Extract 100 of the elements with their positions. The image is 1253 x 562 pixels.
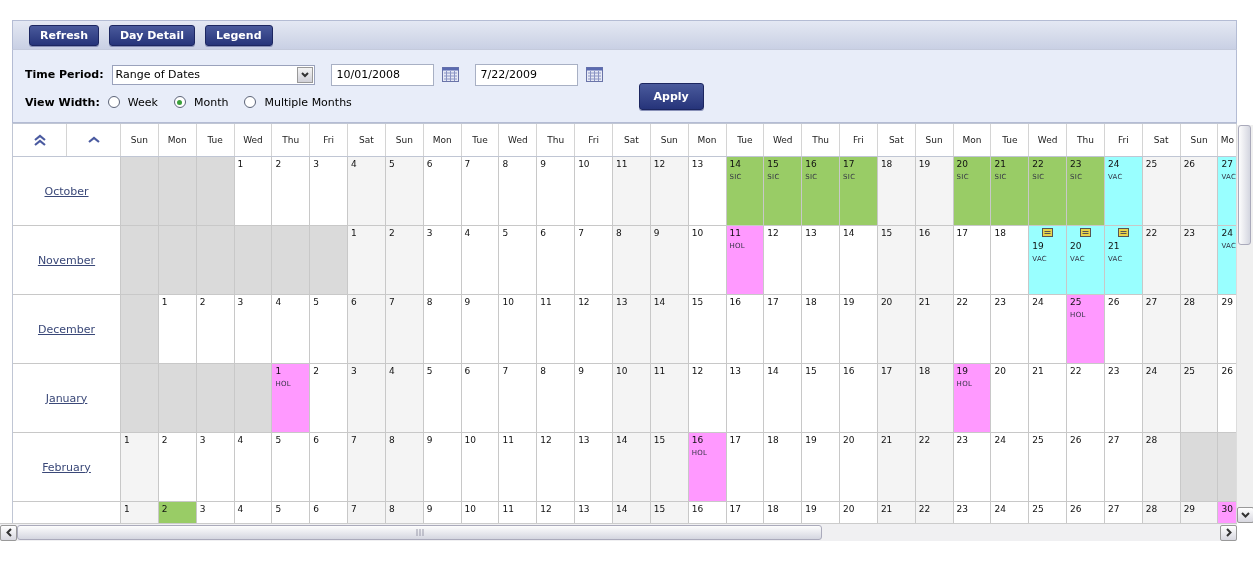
day-cell[interactable]: 29: [1180, 502, 1219, 523]
day-cell[interactable]: 3: [310, 157, 349, 226]
day-cell[interactable]: 9: [461, 295, 500, 364]
day-cell[interactable]: 6: [461, 364, 500, 433]
day-cell[interactable]: 22: [1067, 364, 1105, 433]
day-cell[interactable]: 1: [348, 226, 386, 295]
day-cell[interactable]: 4: [234, 433, 273, 502]
day-cell[interactable]: 14: [840, 226, 878, 295]
day-cell[interactable]: 12: [688, 364, 727, 433]
day-cell[interactable]: 6: [537, 226, 576, 295]
day-cell[interactable]: 15: [650, 502, 689, 523]
day-cell[interactable]: 20: [991, 364, 1030, 433]
day-cell[interactable]: 26: [1067, 502, 1105, 523]
note-icon[interactable]: [1117, 228, 1129, 237]
month-link[interactable]: December: [37, 322, 95, 336]
day-cell[interactable]: 14: [764, 364, 803, 433]
day-cell[interactable]: 7: [348, 502, 386, 523]
day-cell[interactable]: 17: [953, 226, 992, 295]
note-icon[interactable]: [1042, 228, 1054, 237]
day-cell[interactable]: 13: [802, 226, 841, 295]
calendar-icon[interactable]: [441, 67, 459, 82]
day-cell[interactable]: 21: [1029, 364, 1068, 433]
month-link[interactable]: October: [44, 184, 89, 198]
day-cell[interactable]: 1: [234, 157, 273, 226]
day-cell[interactable]: 11: [537, 295, 576, 364]
day-cell[interactable]: 18: [802, 295, 841, 364]
day-cell[interactable]: 24: [991, 433, 1030, 502]
day-cell[interactable]: 25: [1029, 433, 1068, 502]
day-cell[interactable]: 20: [877, 295, 916, 364]
day-cell[interactable]: 15: [877, 226, 916, 295]
day-cell[interactable]: 27: [1142, 295, 1181, 364]
day-cell[interactable]: 28: [1142, 502, 1181, 523]
day-cell[interactable]: 2: [158, 502, 197, 523]
day-cell[interactable]: 29: [1218, 295, 1236, 364]
day-cell[interactable]: 17: [764, 295, 803, 364]
day-cell[interactable]: 13: [612, 295, 651, 364]
day-cell[interactable]: 3: [234, 295, 273, 364]
radio-button[interactable]: [173, 96, 186, 108]
day-cell[interactable]: 2: [196, 295, 235, 364]
day-cell[interactable]: 11: [612, 157, 651, 226]
scroll-right-icon[interactable]: [1220, 524, 1237, 541]
scroll-down-icon[interactable]: [1237, 507, 1253, 523]
day-cell[interactable]: 2: [310, 364, 349, 433]
toolbar-button[interactable]: Refresh: [29, 24, 99, 46]
day-cell[interactable]: 6: [310, 502, 349, 523]
day-cell[interactable]: 5: [423, 364, 462, 433]
end-date-field[interactable]: 7/22/2009: [474, 63, 578, 86]
day-cell[interactable]: 18: [877, 157, 916, 226]
day-cell[interactable]: 7: [385, 295, 424, 364]
day-cell[interactable]: 5: [272, 433, 311, 502]
note-icon[interactable]: [1080, 228, 1091, 237]
day-cell[interactable]: 1: [121, 502, 159, 523]
day-cell[interactable]: 25: [1029, 502, 1068, 523]
day-cell[interactable]: 6: [348, 295, 386, 364]
radio-button[interactable]: [244, 96, 257, 108]
day-cell[interactable]: 16: [726, 295, 765, 364]
day-cell[interactable]: 14: [612, 502, 651, 523]
day-cell[interactable]: 1: [158, 295, 197, 364]
month-link[interactable]: February: [42, 460, 91, 474]
day-cell[interactable]: 17: [726, 433, 765, 502]
day-cell[interactable]: 11: [499, 433, 538, 502]
day-cell[interactable]: 10: [688, 226, 727, 295]
day-cell[interactable]: 6: [423, 157, 462, 226]
day-cell[interactable]: 28: [1142, 433, 1181, 502]
day-cell[interactable]: 10: [499, 295, 538, 364]
day-cell[interactable]: 5: [385, 157, 424, 226]
day-cell[interactable]: 23: [1180, 226, 1219, 295]
day-cell[interactable]: 6: [310, 433, 349, 502]
day-cell[interactable]: 15: [802, 364, 841, 433]
month-link[interactable]: January: [45, 391, 88, 405]
day-cell[interactable]: 10: [461, 433, 500, 502]
day-cell[interactable]: 4: [385, 364, 424, 433]
day-cell[interactable]: 8: [385, 502, 424, 523]
day-cell[interactable]: 21: [877, 502, 916, 523]
toolbar-button[interactable]: Day Detail: [109, 24, 195, 46]
day-cell[interactable]: 17: [877, 364, 916, 433]
day-cell[interactable]: 16: [840, 364, 878, 433]
day-cell[interactable]: 14: [650, 295, 689, 364]
day-cell[interactable]: 3: [348, 364, 386, 433]
day-cell[interactable]: 20: [840, 433, 878, 502]
day-cell[interactable]: 15: [650, 433, 689, 502]
day-cell[interactable]: 23: [1104, 364, 1143, 433]
day-cell[interactable]: 10: [612, 364, 651, 433]
day-cell[interactable]: 30: [1218, 502, 1236, 523]
day-cell[interactable]: 22: [915, 502, 954, 523]
day-cell[interactable]: 2: [158, 433, 197, 502]
apply-button[interactable]: Apply: [638, 83, 704, 110]
day-cell[interactable]: 27: [1104, 433, 1143, 502]
day-cell[interactable]: 12: [764, 226, 803, 295]
day-cell[interactable]: 25: [1142, 157, 1181, 226]
day-cell[interactable]: 25: [1180, 364, 1219, 433]
radio-button[interactable]: [107, 96, 120, 108]
day-cell[interactable]: 7: [461, 157, 500, 226]
day-cell[interactable]: 8: [537, 364, 576, 433]
day-cell[interactable]: 28: [1180, 295, 1219, 364]
day-cell[interactable]: 7: [499, 364, 538, 433]
time-period-dropdown[interactable]: Range of Dates: [111, 64, 315, 85]
day-cell[interactable]: 13: [726, 364, 765, 433]
day-cell[interactable]: 9: [575, 364, 613, 433]
scroll-left-icon[interactable]: [0, 524, 17, 541]
